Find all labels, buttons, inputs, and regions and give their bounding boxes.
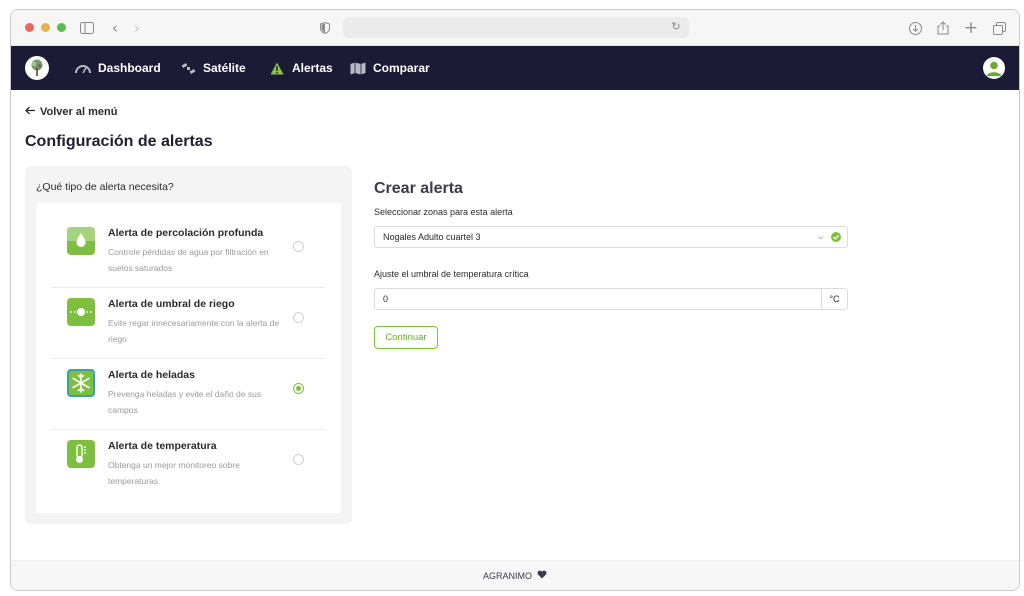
alert-option-title: Alerta de heladas <box>108 369 195 381</box>
back-arrow-icon[interactable]: ‹ <box>105 18 125 38</box>
satellite-icon <box>180 61 196 75</box>
alert-option-description: Prevenga heladas y evite el daño de sus … <box>108 389 262 415</box>
alert-option-radio[interactable] <box>293 241 304 252</box>
sidebar-toggle-icon[interactable] <box>77 18 97 38</box>
alert-option-title: Alerta de temperatura <box>108 440 217 452</box>
back-link-label: Volver al menú <box>40 106 118 118</box>
alert-option-description: Controle pérdidas de agua por filtración… <box>108 247 269 273</box>
alert-option-title: Alerta de percolación profunda <box>108 227 264 239</box>
alert-option-percolacion[interactable]: Alerta de percolación profunda Controle … <box>51 223 325 293</box>
threshold-label: Ajuste el umbral de temperatura crítica <box>374 269 529 279</box>
nav-item-satelite[interactable]: Satélite <box>180 58 246 78</box>
zones-label: Seleccionar zonas para esta alerta <box>374 207 513 217</box>
alert-option-radio[interactable] <box>293 312 304 323</box>
app-navbar: Dashboard Satélite Alertas Comparar <box>11 46 1019 90</box>
zones-select-value: Nogales Adulto cuartel 3 <box>383 232 481 242</box>
alert-options-list: Alerta de percolación profunda Controle … <box>36 203 341 513</box>
alert-option-title: Alerta de umbral de riego <box>108 298 235 310</box>
nav-item-label: Alertas <box>292 61 333 75</box>
arrow-left-icon <box>25 106 36 118</box>
nav-item-comparar[interactable]: Comparar <box>350 58 430 78</box>
check-circle-icon <box>831 232 841 242</box>
threshold-field: °C <box>374 288 848 310</box>
nav-item-label: Comparar <box>373 61 430 75</box>
irrigation-icon <box>67 298 95 326</box>
gauge-icon <box>75 61 91 75</box>
threshold-unit: °C <box>821 289 847 309</box>
alert-option-umbral-riego[interactable]: Alerta de umbral de riego Evite regar in… <box>51 294 325 364</box>
footer-brand: AGRANIMO <box>482 570 532 581</box>
chevron-down-icon: ⌄ <box>816 231 825 242</box>
heart-icon <box>537 570 547 581</box>
divider <box>51 429 325 430</box>
alert-type-question: ¿Qué tipo de alerta necesita? <box>36 181 174 193</box>
maximize-window-button[interactable] <box>57 23 66 32</box>
divider <box>51 358 325 359</box>
zones-select[interactable]: Nogales Adulto cuartel 3 ⌄ <box>374 226 848 248</box>
download-icon[interactable] <box>905 18 925 38</box>
nav-item-label: Satélite <box>203 61 246 75</box>
close-window-button[interactable] <box>25 23 34 32</box>
snowflake-icon <box>67 369 95 397</box>
threshold-input[interactable] <box>375 289 821 309</box>
continue-button[interactable]: Continuar <box>374 326 438 349</box>
forward-arrow-icon[interactable]: › <box>127 18 147 38</box>
water-drop-icon <box>67 227 95 255</box>
tabs-overview-icon[interactable] <box>989 18 1009 38</box>
address-bar[interactable]: ↻ <box>343 17 689 38</box>
thermometer-icon <box>67 440 95 468</box>
app-logo[interactable] <box>25 56 49 80</box>
nav-item-alertas[interactable]: Alertas <box>269 58 333 78</box>
alert-option-description: Obtenga un mejor monitoreo sobre tempera… <box>108 460 240 486</box>
page-title: Configuración de alertas <box>25 133 213 150</box>
alert-type-panel: ¿Qué tipo de alerta necesita? Alerta de … <box>25 166 352 524</box>
nav-item-label: Dashboard <box>98 61 161 75</box>
map-icon <box>350 61 366 75</box>
alert-option-heladas[interactable]: Alerta de heladas Prevenga heladas y evi… <box>51 365 325 435</box>
alert-option-radio-selected[interactable] <box>293 383 304 394</box>
user-avatar[interactable] <box>983 57 1005 79</box>
nav-item-dashboard[interactable]: Dashboard <box>75 58 161 78</box>
divider <box>51 287 325 288</box>
window-controls <box>25 23 66 32</box>
create-alert-title: Crear alerta <box>374 180 463 197</box>
alert-option-temperatura[interactable]: Alerta de temperatura Obtenga un mejor m… <box>51 436 325 506</box>
alert-option-radio[interactable] <box>293 454 304 465</box>
back-to-menu-link[interactable]: Volver al menú <box>25 106 117 118</box>
browser-window: ‹ › ↻ + Dashboard Satélite Alertas Compa… <box>10 9 1020 591</box>
alert-option-description: Evite regar innecesariamente con la aler… <box>108 318 280 344</box>
browser-toolbar: ‹ › ↻ + <box>11 10 1019 46</box>
warning-icon <box>269 61 285 75</box>
app-footer: AGRANIMO <box>11 560 1019 590</box>
minimize-window-button[interactable] <box>41 23 50 32</box>
reload-icon[interactable]: ↻ <box>669 20 683 34</box>
share-icon[interactable] <box>933 18 953 38</box>
shield-icon[interactable] <box>315 18 335 38</box>
new-tab-icon[interactable]: + <box>961 18 981 38</box>
